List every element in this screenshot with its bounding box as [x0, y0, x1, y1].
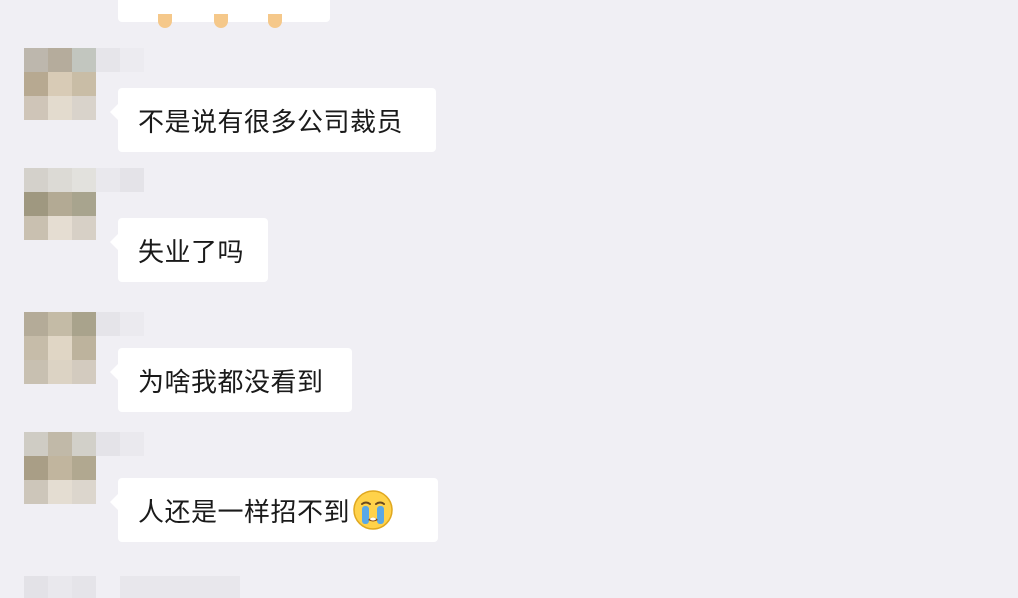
nickname-blurred [96, 168, 144, 192]
nickname-blurred [96, 432, 144, 456]
message-bubble[interactable]: 人还是一样招不到 [110, 478, 438, 542]
avatar[interactable] [24, 432, 96, 504]
message-bubble[interactable]: 不是说有很多公司裁员 [110, 88, 436, 152]
nickname-blurred [96, 48, 144, 72]
avatar[interactable] [24, 48, 96, 120]
avatar[interactable] [24, 312, 96, 384]
previous-message-bubble[interactable] [118, 0, 330, 28]
message-text: 失业了吗 [138, 237, 245, 268]
nickname-blurred [96, 312, 144, 336]
emoji-fragment [214, 14, 228, 28]
crying-face-icon [353, 490, 393, 530]
avatar[interactable] [24, 168, 96, 240]
message-text: 不是说有很多公司裁员 [138, 107, 404, 138]
next-message-blurred [24, 576, 240, 598]
message-bubble[interactable]: 失业了吗 [110, 218, 268, 282]
message-text: 人还是一样招不到 [138, 497, 351, 528]
emoji-fragment [268, 14, 282, 28]
message-text: 为啥我都没看到 [138, 367, 324, 398]
emoji-fragment [158, 14, 172, 28]
message-bubble[interactable]: 为啥我都没看到 [110, 348, 352, 412]
chat-window: 不是说有很多公司裁员 失业了吗 为啥我都没看到 人还是一样招不到 [0, 0, 1018, 598]
